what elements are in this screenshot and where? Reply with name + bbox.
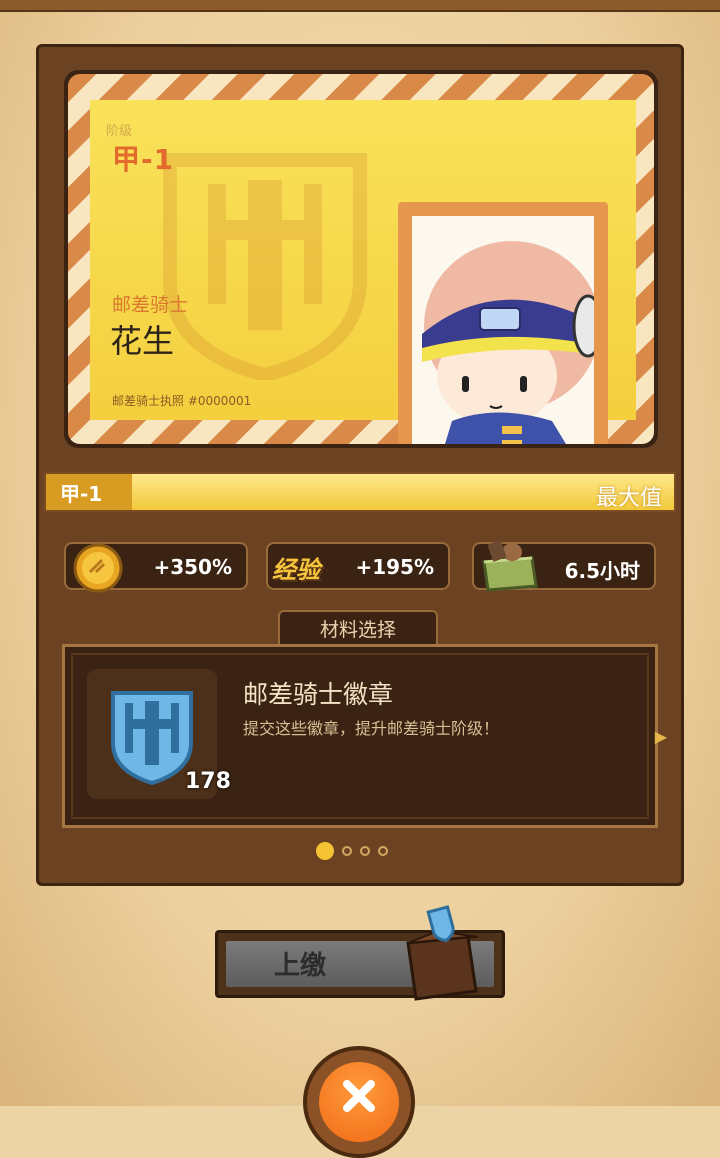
stat-exp-value: +195% (355, 555, 434, 579)
gold-coin-icon (73, 543, 123, 593)
close-icon (343, 1080, 375, 1112)
page-dot-1[interactable] (316, 842, 334, 860)
page-indicator (316, 842, 388, 860)
donation-box-icon (406, 905, 479, 1001)
rank-progress-bar: 甲-1 最大值 (44, 472, 676, 512)
material-icon-box: 178 (87, 669, 231, 799)
stat-gold: +350% (64, 542, 248, 593)
stat-exp: 经验 +195% (266, 542, 450, 590)
license-card: 阶级 甲-1 邮差骑士 花生 邮差骑士执照 #0000001 (64, 70, 658, 448)
submit-button[interactable]: 上缴 (215, 905, 505, 1001)
material-slot[interactable]: 178 邮差骑士徽章 提交这些徽章，提升邮差骑士阶级！ ▶ (62, 644, 667, 828)
page-dot-3[interactable] (360, 846, 370, 856)
knight-emblem-watermark (163, 153, 367, 380)
card-face: 阶级 甲-1 邮差骑士 花生 邮差骑士执照 #0000001 (90, 100, 636, 444)
stat-supply-value: 6.5小时 (564, 559, 640, 583)
progress-max-label: 最大值 (595, 486, 662, 511)
page-dot-4[interactable] (378, 846, 388, 856)
stat-supply: 6.5小时 (472, 540, 656, 592)
character-portrait (412, 216, 594, 444)
rank-value: 甲-1 (112, 143, 175, 176)
stat-gold-value: +350% (153, 555, 232, 579)
exp-icon: 经验 (272, 556, 320, 584)
character-name: 花生 (110, 322, 175, 360)
material-count: 178 (185, 769, 231, 794)
card-title: 邮差骑士 (112, 294, 189, 316)
material-name: 邮差骑士徽章 (243, 680, 394, 709)
page-dot-2[interactable] (342, 846, 352, 856)
supply-crate-icon (482, 540, 538, 592)
close-button[interactable] (303, 1046, 415, 1158)
material-description: 提交这些徽章，提升邮差骑士阶级！ (243, 719, 500, 738)
progress-level: 甲-1 (46, 474, 132, 510)
submit-label: 上缴 (274, 951, 327, 981)
portrait-stamp (398, 202, 608, 444)
next-arrow-icon[interactable]: ▶ (655, 727, 667, 746)
license-number: 邮差骑士执照 #0000001 (112, 394, 252, 408)
materials-tab[interactable]: 材料选择 (278, 610, 438, 648)
rank-caption: 阶级 (106, 124, 133, 139)
close-button-face (319, 1062, 399, 1142)
card-striped-border: 阶级 甲-1 邮差骑士 花生 邮差骑士执照 #0000001 (68, 74, 654, 444)
